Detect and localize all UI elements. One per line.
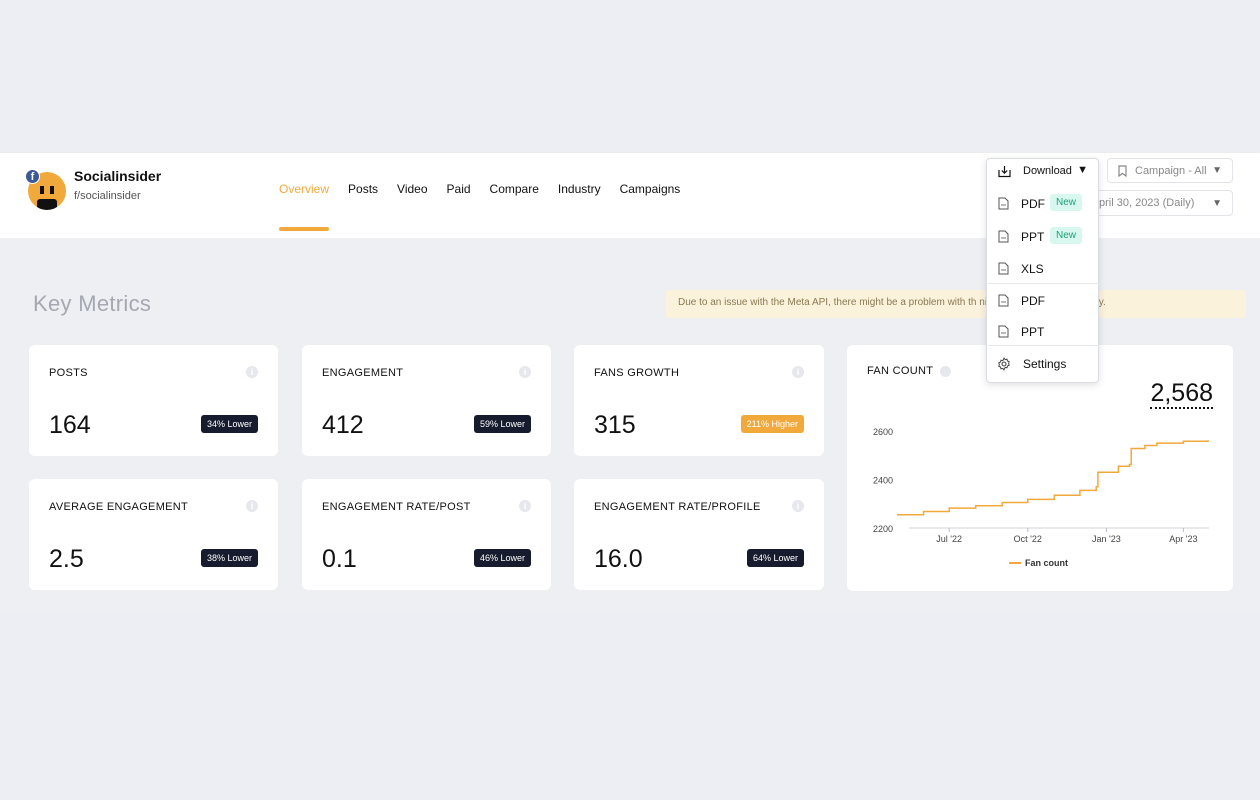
- tab-video[interactable]: Video: [397, 182, 427, 196]
- campaign-select[interactable]: Campaign - All ▼: [1107, 158, 1233, 183]
- metric-label: FANS GROWTH: [594, 367, 680, 379]
- date-range-select[interactable]: pril 30, 2023 (Daily) ▼: [1090, 190, 1233, 216]
- metric-value: 2.5: [49, 545, 84, 573]
- legend-label: Fan count: [1025, 558, 1068, 568]
- metric-label: ENGAGEMENT: [322, 367, 404, 379]
- menu-item-settings[interactable]: Settings: [987, 352, 1100, 376]
- menu-item-pdf-new[interactable]: PDF New: [987, 192, 1100, 216]
- download-icon: [998, 166, 1011, 178]
- metric-label: POSTS: [49, 367, 88, 379]
- metric-card-engagement-rate-profile: ENGAGEMENT RATE/PROFILE i 16.0 64% Lower: [574, 479, 824, 590]
- info-icon[interactable]: i: [246, 366, 258, 378]
- tab-industry[interactable]: Industry: [558, 182, 601, 196]
- menu-item-label: PDF: [1021, 197, 1045, 211]
- info-icon[interactable]: i: [519, 366, 531, 378]
- comparison-badge: 46% Lower: [473, 549, 531, 567]
- metric-card-fans-growth: FANS GROWTH i 315 211% Higher: [574, 345, 824, 456]
- series-line-fan-count: [897, 440, 1209, 516]
- metric-label: ENGAGEMENT RATE/POST: [322, 501, 471, 513]
- metric-value: 315: [594, 411, 636, 439]
- menu-item-ppt[interactable]: PPT: [987, 320, 1100, 344]
- avatar-eye: [50, 186, 54, 194]
- x-tick-label: Jan '23: [1092, 534, 1121, 544]
- menu-item-label: PPT: [1021, 230, 1045, 244]
- ppt-file-icon: [998, 325, 1009, 338]
- info-icon[interactable]: i: [792, 500, 804, 512]
- y-tick-label: 2200: [873, 524, 893, 534]
- tab-compare[interactable]: Compare: [490, 182, 539, 196]
- chevron-down-icon: ▼: [1212, 165, 1222, 176]
- y-tick-label: 2600: [873, 427, 893, 437]
- metric-value: 0.1: [322, 545, 357, 573]
- x-tick-label: Apr '23: [1169, 534, 1197, 544]
- date-range-label: pril 30, 2023 (Daily): [1099, 197, 1195, 209]
- comparison-badge: 59% Lower: [473, 415, 531, 433]
- gear-icon: [998, 357, 1010, 371]
- y-tick-label: 2400: [873, 476, 893, 486]
- x-tick-label: Jul '22: [936, 534, 962, 544]
- menu-item-ppt-new[interactable]: PPT New: [987, 225, 1100, 249]
- metric-value: 16.0: [594, 545, 643, 573]
- menu-item-label: PPT: [1021, 325, 1045, 339]
- comparison-badge: 38% Lower: [200, 549, 258, 567]
- metric-label: ENGAGEMENT RATE/PROFILE: [594, 501, 761, 513]
- metric-card-posts: POSTS i 164 34% Lower: [29, 345, 278, 456]
- info-icon[interactable]: i: [246, 500, 258, 512]
- tab-paid[interactable]: Paid: [447, 182, 471, 196]
- main-nav: Overview Posts Video Paid Compare Indust…: [279, 182, 699, 196]
- caret-down-icon: ▼: [1077, 164, 1088, 176]
- pdf-file-icon: [998, 197, 1009, 210]
- menu-item-label: PDF: [1021, 294, 1045, 308]
- brand-handle[interactable]: f/socialinsider: [74, 190, 141, 202]
- info-icon[interactable]: i: [519, 500, 531, 512]
- tab-posts[interactable]: Posts: [348, 182, 378, 196]
- new-badge: New: [1050, 194, 1083, 211]
- avatar-mouth: [37, 199, 57, 210]
- chevron-down-icon: ▼: [1212, 197, 1222, 209]
- download-menu: Download ▼ PDF New PPT New XLS PDF PPT S…: [986, 158, 1099, 383]
- pdf-file-icon: [998, 294, 1009, 307]
- campaign-select-label: Campaign - All: [1135, 164, 1207, 177]
- comparison-badge: 34% Lower: [200, 415, 258, 433]
- metric-card-average-engagement: AVERAGE ENGAGEMENT i 2.5 38% Lower: [29, 479, 278, 590]
- metric-value: 412: [322, 411, 364, 439]
- menu-item-xls[interactable]: XLS: [987, 257, 1100, 281]
- tab-campaigns[interactable]: Campaigns: [620, 182, 681, 196]
- download-button-label: Download: [1023, 165, 1072, 177]
- download-button[interactable]: Download ▼: [987, 159, 1100, 183]
- facebook-icon: f: [25, 169, 40, 184]
- menu-item-label: Settings: [1023, 357, 1067, 371]
- comparison-badge: 211% Higher: [740, 415, 804, 433]
- active-tab-indicator: [279, 227, 329, 231]
- menu-item-pdf[interactable]: PDF: [987, 289, 1100, 313]
- metric-value: 164: [49, 411, 91, 439]
- x-tick-label: Oct '22: [1014, 534, 1042, 544]
- metric-label: AVERAGE ENGAGEMENT: [49, 501, 189, 513]
- xls-file-icon: [998, 262, 1009, 275]
- info-icon[interactable]: i: [792, 366, 804, 378]
- page-title: Key Metrics: [33, 291, 152, 316]
- menu-divider: [988, 345, 1099, 346]
- bookmark-icon: [1118, 164, 1127, 177]
- ppt-file-icon: [998, 230, 1009, 243]
- notice-banner: Due to an issue with the Meta API, there…: [666, 290, 1246, 318]
- metric-card-engagement-rate-post: ENGAGEMENT RATE/POST i 0.1 46% Lower: [302, 479, 551, 590]
- menu-divider: [988, 283, 1099, 284]
- metric-card-engagement: ENGAGEMENT i 412 59% Lower: [302, 345, 551, 456]
- comparison-badge: 64% Lower: [746, 549, 804, 567]
- menu-item-label: XLS: [1021, 262, 1044, 276]
- brand-name: Socialinsider: [74, 168, 162, 184]
- tab-overview[interactable]: Overview: [279, 182, 329, 196]
- new-badge: New: [1050, 227, 1083, 244]
- avatar-eye: [40, 186, 44, 194]
